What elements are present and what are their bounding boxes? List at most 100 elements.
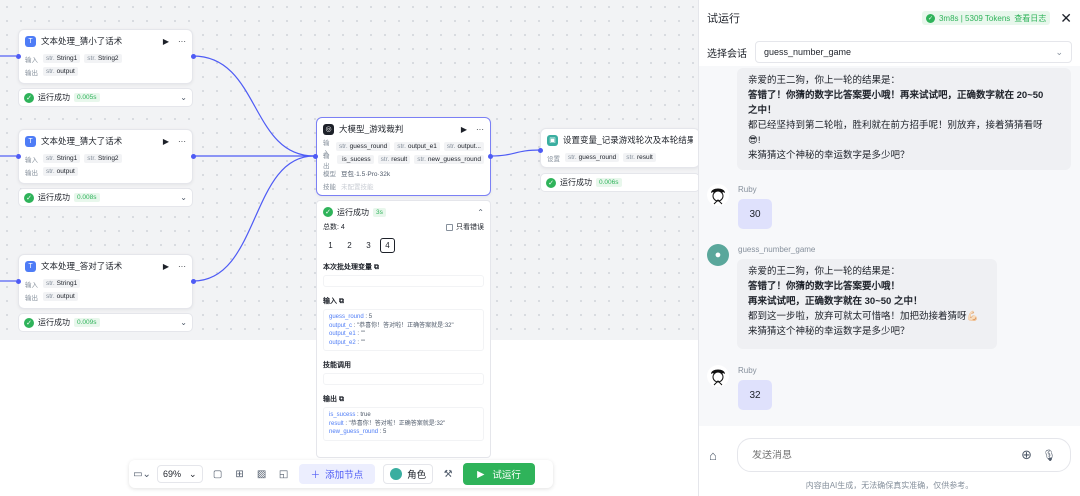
chat-messages[interactable]: 亲爱的王二狗，你上一轮的结果是： 答错了！你猜的数字比答案要小哦！再来试试吧，正…	[699, 66, 1080, 426]
node-text-right[interactable]: T 文本处理_答对了话术 ▶ ··· 输入 str. String1 输出 str…	[18, 254, 193, 309]
skill-label: 技能	[323, 183, 336, 191]
more-icon[interactable]: ···	[476, 125, 484, 134]
session-label: 选择会话	[707, 48, 747, 60]
input-tag: str. guess_round	[335, 142, 391, 151]
output-label: 输出	[323, 152, 330, 170]
output-port[interactable]	[191, 279, 196, 284]
success-icon: ✓	[24, 317, 34, 328]
chevron-down-icon[interactable]: ⌄	[180, 193, 187, 202]
run-status-text-big[interactable]: ✓ 运行成功 0.008s ⌄	[18, 188, 193, 207]
set-label: 设置	[547, 155, 560, 163]
output-port[interactable]	[488, 154, 493, 159]
add-icon[interactable]: ⊕	[1021, 447, 1032, 463]
page-button[interactable]: 3	[361, 238, 376, 253]
run-status-label: 运行成功	[38, 193, 70, 202]
input-port[interactable]	[16, 279, 21, 284]
bot-avatar: ●	[707, 244, 729, 266]
chevron-down-icon[interactable]: ⌄	[180, 93, 187, 102]
page-button[interactable]: 2	[342, 238, 357, 253]
input-box: guess_round : 5 output_c : "恭喜你！答对啦！正确答案…	[323, 309, 484, 351]
add-node-button[interactable]: ＋添加节点	[298, 464, 376, 484]
node-set-variable[interactable]: ▣ 设置变量_记录游戏轮次及本轮结果 设置 str. guess_round st…	[540, 128, 698, 168]
chevron-down-icon: ⌄	[1055, 46, 1063, 57]
user-message: 30	[738, 199, 772, 229]
play-icon[interactable]: ▶	[163, 262, 169, 271]
zoom-select[interactable]: 69% ⌄	[157, 465, 203, 483]
plus-icon: ＋	[310, 470, 321, 481]
layout-icon[interactable]: ⊞	[233, 467, 247, 481]
only-error-checkbox[interactable]	[446, 223, 453, 231]
new-chat-icon[interactable]: ⌂	[709, 448, 717, 463]
play-icon[interactable]: ▶	[163, 37, 169, 46]
run-status-text-right[interactable]: ✓ 运行成功 0.009s ⌄	[18, 313, 193, 332]
output-label: 输出	[25, 69, 38, 77]
run-status-label: 运行成功	[38, 93, 70, 102]
run-status-text-small[interactable]: ✓ 运行成功 0.005s ⌄	[18, 88, 193, 107]
output-port[interactable]	[191, 54, 196, 59]
input-port[interactable]	[538, 148, 543, 153]
role-button[interactable]: 角色	[383, 464, 434, 484]
play-icon[interactable]: ▶	[163, 137, 169, 146]
input-port[interactable]	[16, 54, 21, 59]
user-message: 32	[738, 380, 772, 410]
set-tag: str. result	[623, 153, 656, 162]
input-label: 输入	[25, 281, 38, 289]
copy-icon[interactable]: ⧉	[374, 264, 379, 271]
debug-icon[interactable]: ⚒	[441, 467, 455, 481]
message-input[interactable]	[752, 449, 1012, 461]
batch-vars-title: 本次批处理变量 ⧉	[323, 264, 379, 271]
fit-view-icon[interactable]: ◱	[277, 467, 291, 481]
llm-node-icon: ◎	[323, 123, 334, 135]
chevron-up-icon[interactable]: ⌃	[477, 208, 484, 217]
role-avatar-icon	[390, 468, 403, 480]
run-duration: 0.009s	[74, 318, 100, 327]
microphone-icon[interactable]: 🎙	[1042, 449, 1056, 462]
more-icon[interactable]: ···	[178, 262, 186, 271]
comment-icon[interactable]: ▢	[211, 467, 225, 481]
run-duration: 0.005s	[74, 93, 100, 102]
test-run-button[interactable]: ▶ 试运行	[463, 463, 535, 485]
run-duration: 0.008s	[74, 193, 100, 202]
run-duration: 0.006s	[596, 178, 622, 187]
close-icon[interactable]: ✕	[1060, 10, 1072, 27]
panel-title: 试运行	[707, 13, 740, 25]
output-port[interactable]	[191, 154, 196, 159]
success-icon: ✓	[925, 13, 935, 23]
output-label: 输出	[25, 294, 38, 302]
node-text-small[interactable]: T 文本处理_猜小了话术 ▶ ··· 输入 str. String1 str. St…	[18, 29, 193, 84]
run-status-label: 运行成功	[38, 318, 70, 327]
chevron-down-icon[interactable]: ⌄	[180, 318, 187, 327]
node-title: 文本处理_答对了话术	[41, 261, 123, 271]
node-title: 大模型_游戏裁判	[339, 124, 404, 134]
run-status-label: 运行成功	[560, 178, 592, 187]
minimap-icon[interactable]: ▭⌄	[133, 467, 151, 481]
input-port[interactable]	[313, 154, 318, 159]
page-button-active[interactable]: 4	[380, 238, 395, 253]
copy-icon[interactable]: ⧉	[339, 396, 344, 403]
node-llm-judge[interactable]: ◎ 大模型_游戏裁判 ▶ ··· 输入 str. guess_round str.…	[316, 117, 491, 196]
run-stat-badge[interactable]: ✓ 3m8s | 5309 Tokens 查看日志	[921, 11, 1051, 25]
ai-disclaimer: 内容由AI生成，无法确保真实准确，仅供参考。	[805, 481, 974, 490]
success-icon: ✓	[546, 177, 556, 188]
workflow-canvas[interactable]: T 文本处理_猜小了话术 ▶ ··· 输入 str. String1 str. St…	[0, 0, 698, 496]
output-tag: str. output	[43, 167, 78, 176]
input-port[interactable]	[16, 154, 21, 159]
session-select[interactable]: guess_number_game ⌄	[755, 41, 1072, 63]
output-box: is_sucess : true result : "恭喜你！答对啦！正确答案就…	[323, 407, 484, 441]
output-section-title: 输出 ⧉	[323, 396, 344, 403]
input-label: 输入	[25, 56, 38, 64]
run-duration: 3s	[373, 207, 386, 217]
image-icon[interactable]: ▨	[255, 467, 269, 481]
view-log-link[interactable]: 查看日志	[1014, 13, 1046, 24]
user-name: Ruby	[738, 185, 757, 194]
play-icon[interactable]: ▶	[461, 125, 467, 134]
node-text-big[interactable]: T 文本处理_猜大了话术 ▶ ··· 输入 str. String1 str. St…	[18, 129, 193, 184]
input-tag: str. output...	[443, 142, 484, 151]
copy-icon[interactable]: ⧉	[339, 298, 344, 305]
more-icon[interactable]: ···	[178, 137, 186, 146]
page-button[interactable]: 1	[323, 238, 338, 253]
input-section-title: 输入 ⧉	[323, 298, 344, 305]
more-icon[interactable]: ···	[178, 37, 186, 46]
run-status-set-variable[interactable]: ✓ 运行成功 0.006s	[540, 173, 698, 192]
success-icon: ✓	[24, 192, 34, 203]
